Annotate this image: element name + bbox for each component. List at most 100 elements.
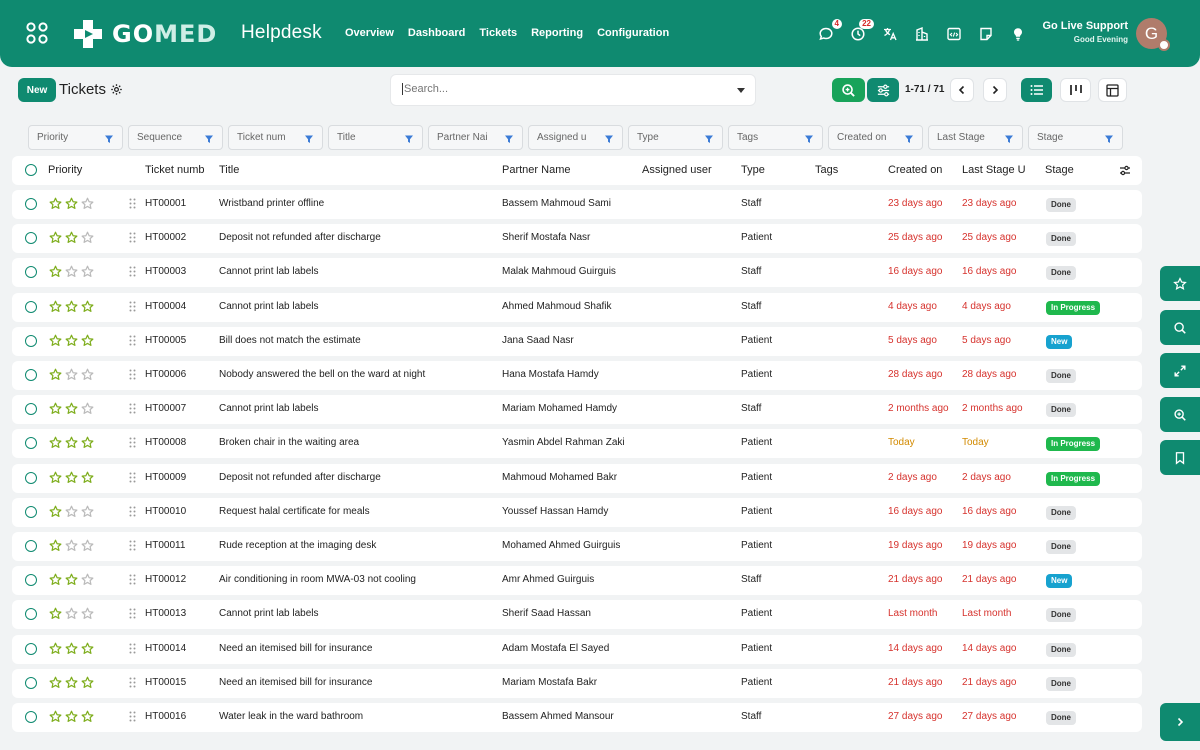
star-filled-icon[interactable] <box>49 368 62 381</box>
star-filled-icon[interactable] <box>65 471 78 484</box>
nav-tickets[interactable]: Tickets <box>479 27 517 39</box>
column-filter[interactable]: Stage <box>1028 125 1123 150</box>
star-filled-icon[interactable] <box>81 334 94 347</box>
pager-next-button[interactable] <box>983 78 1007 102</box>
column-header-partner-name[interactable]: Partner Name <box>502 164 570 176</box>
row-select-radio[interactable] <box>25 540 37 552</box>
priority-stars[interactable] <box>49 368 94 382</box>
funnel-icon[interactable] <box>1104 134 1114 144</box>
search-panel-button[interactable] <box>832 78 865 102</box>
star-empty-icon[interactable] <box>65 368 78 381</box>
nav-dashboard[interactable]: Dashboard <box>408 27 465 39</box>
column-filter[interactable]: Sequence <box>128 125 223 150</box>
star-empty-icon[interactable] <box>81 197 94 210</box>
search-input[interactable] <box>402 83 722 95</box>
column-header-stage[interactable]: Stage <box>1045 164 1074 176</box>
drag-handle-icon[interactable] <box>129 677 136 688</box>
drag-handle-icon[interactable] <box>129 437 136 448</box>
star-empty-icon[interactable] <box>65 505 78 518</box>
priority-stars[interactable] <box>49 436 94 450</box>
messaging-button[interactable]: 4 <box>816 19 842 44</box>
column-header-last-stage-update[interactable]: Last Stage U <box>962 164 1034 176</box>
tips-button[interactable] <box>1008 24 1028 44</box>
star-filled-icon[interactable] <box>65 231 78 244</box>
priority-stars[interactable] <box>49 231 94 245</box>
star-filled-icon[interactable] <box>65 676 78 689</box>
column-header-assigned-user[interactable]: Assigned user <box>642 164 712 176</box>
star-empty-icon[interactable] <box>81 573 94 586</box>
column-header-priority[interactable]: Priority <box>48 164 82 176</box>
column-filter[interactable]: Tags <box>728 125 823 150</box>
search-options-caret-icon[interactable] <box>737 88 745 93</box>
avatar[interactable]: G <box>1136 18 1170 51</box>
list-view-button[interactable] <box>1021 78 1052 102</box>
column-header-type[interactable]: Type <box>741 164 765 176</box>
table-row[interactable]: HT00004 Cannot print lab labels Ahmed Mahm… <box>12 292 1142 322</box>
funnel-icon[interactable] <box>604 134 614 144</box>
table-row[interactable]: HT00013 Cannot print lab labels Sherif Saa… <box>12 600 1142 630</box>
apps-menu-icon[interactable] <box>26 22 48 44</box>
drag-handle-icon[interactable] <box>129 643 136 654</box>
funnel-icon[interactable] <box>404 134 414 144</box>
priority-stars[interactable] <box>49 471 94 485</box>
row-select-radio[interactable] <box>25 300 37 313</box>
star-filled-icon[interactable] <box>65 334 78 347</box>
column-filter[interactable]: Ticket num <box>228 125 323 150</box>
row-select-radio[interactable] <box>25 403 37 416</box>
star-filled-icon[interactable] <box>49 471 62 484</box>
star-empty-icon[interactable] <box>81 368 94 381</box>
star-filled-icon[interactable] <box>65 436 78 449</box>
star-filled-icon[interactable] <box>49 436 62 449</box>
star-filled-icon[interactable] <box>49 334 62 347</box>
row-select-radio[interactable] <box>25 266 37 279</box>
drag-handle-icon[interactable] <box>129 472 136 483</box>
row-select-radio[interactable] <box>25 437 37 450</box>
column-filter[interactable]: Type <box>628 125 723 150</box>
drag-handle-icon[interactable] <box>129 301 136 312</box>
column-header-tags[interactable]: Tags <box>815 164 838 176</box>
priority-stars[interactable] <box>49 265 94 279</box>
priority-stars[interactable] <box>49 505 94 519</box>
table-row[interactable]: HT00009 Deposit not refunded after discha… <box>12 463 1142 493</box>
user-menu[interactable]: Go Live Support Good Evening <box>1042 20 1128 44</box>
optional-columns-icon[interactable] <box>1119 165 1131 176</box>
table-row[interactable]: HT00002 Deposit not refunded after discha… <box>12 224 1142 254</box>
table-row[interactable]: HT00007 Cannot print lab labels Mariam Moh… <box>12 395 1142 425</box>
row-select-radio[interactable] <box>25 369 37 381</box>
drag-handle-icon[interactable] <box>129 506 136 517</box>
star-filled-icon[interactable] <box>65 402 78 415</box>
star-filled-icon[interactable] <box>49 539 62 552</box>
star-empty-icon[interactable] <box>81 402 94 415</box>
priority-stars[interactable] <box>49 573 94 587</box>
row-select-radio[interactable] <box>25 334 37 347</box>
star-filled-icon[interactable] <box>49 573 62 586</box>
company-button[interactable] <box>912 24 932 44</box>
row-select-radio[interactable] <box>25 471 37 484</box>
funnel-icon[interactable] <box>304 134 314 144</box>
nav-configuration[interactable]: Configuration <box>597 27 669 39</box>
priority-stars[interactable] <box>49 607 94 621</box>
row-select-radio[interactable] <box>25 574 37 587</box>
kanban-view-button[interactable] <box>1060 78 1091 102</box>
funnel-icon[interactable] <box>704 134 714 144</box>
star-filled-icon[interactable] <box>49 676 62 689</box>
code-button[interactable] <box>944 24 964 44</box>
star-filled-icon[interactable] <box>65 300 78 313</box>
row-select-radio[interactable] <box>25 505 37 518</box>
pivot-view-button[interactable] <box>1098 78 1127 102</box>
column-filter[interactable]: Title <box>328 125 423 150</box>
star-empty-icon[interactable] <box>81 231 94 244</box>
star-filled-icon[interactable] <box>49 231 62 244</box>
star-empty-icon[interactable] <box>81 607 94 620</box>
priority-stars[interactable] <box>49 539 94 553</box>
search-dock-button[interactable] <box>1160 310 1200 345</box>
priority-stars[interactable] <box>49 402 94 416</box>
table-row[interactable]: HT00005 Bill does not match the estimate J… <box>12 326 1142 356</box>
zoom-dock-button[interactable] <box>1160 397 1200 432</box>
priority-stars[interactable] <box>49 334 94 348</box>
table-row[interactable]: HT00011 Rude reception at the imaging des… <box>12 532 1142 561</box>
favorite-dock-button[interactable] <box>1160 266 1200 301</box>
row-select-radio[interactable] <box>25 198 37 210</box>
star-empty-icon[interactable] <box>65 607 78 620</box>
drag-handle-icon[interactable] <box>129 198 136 209</box>
